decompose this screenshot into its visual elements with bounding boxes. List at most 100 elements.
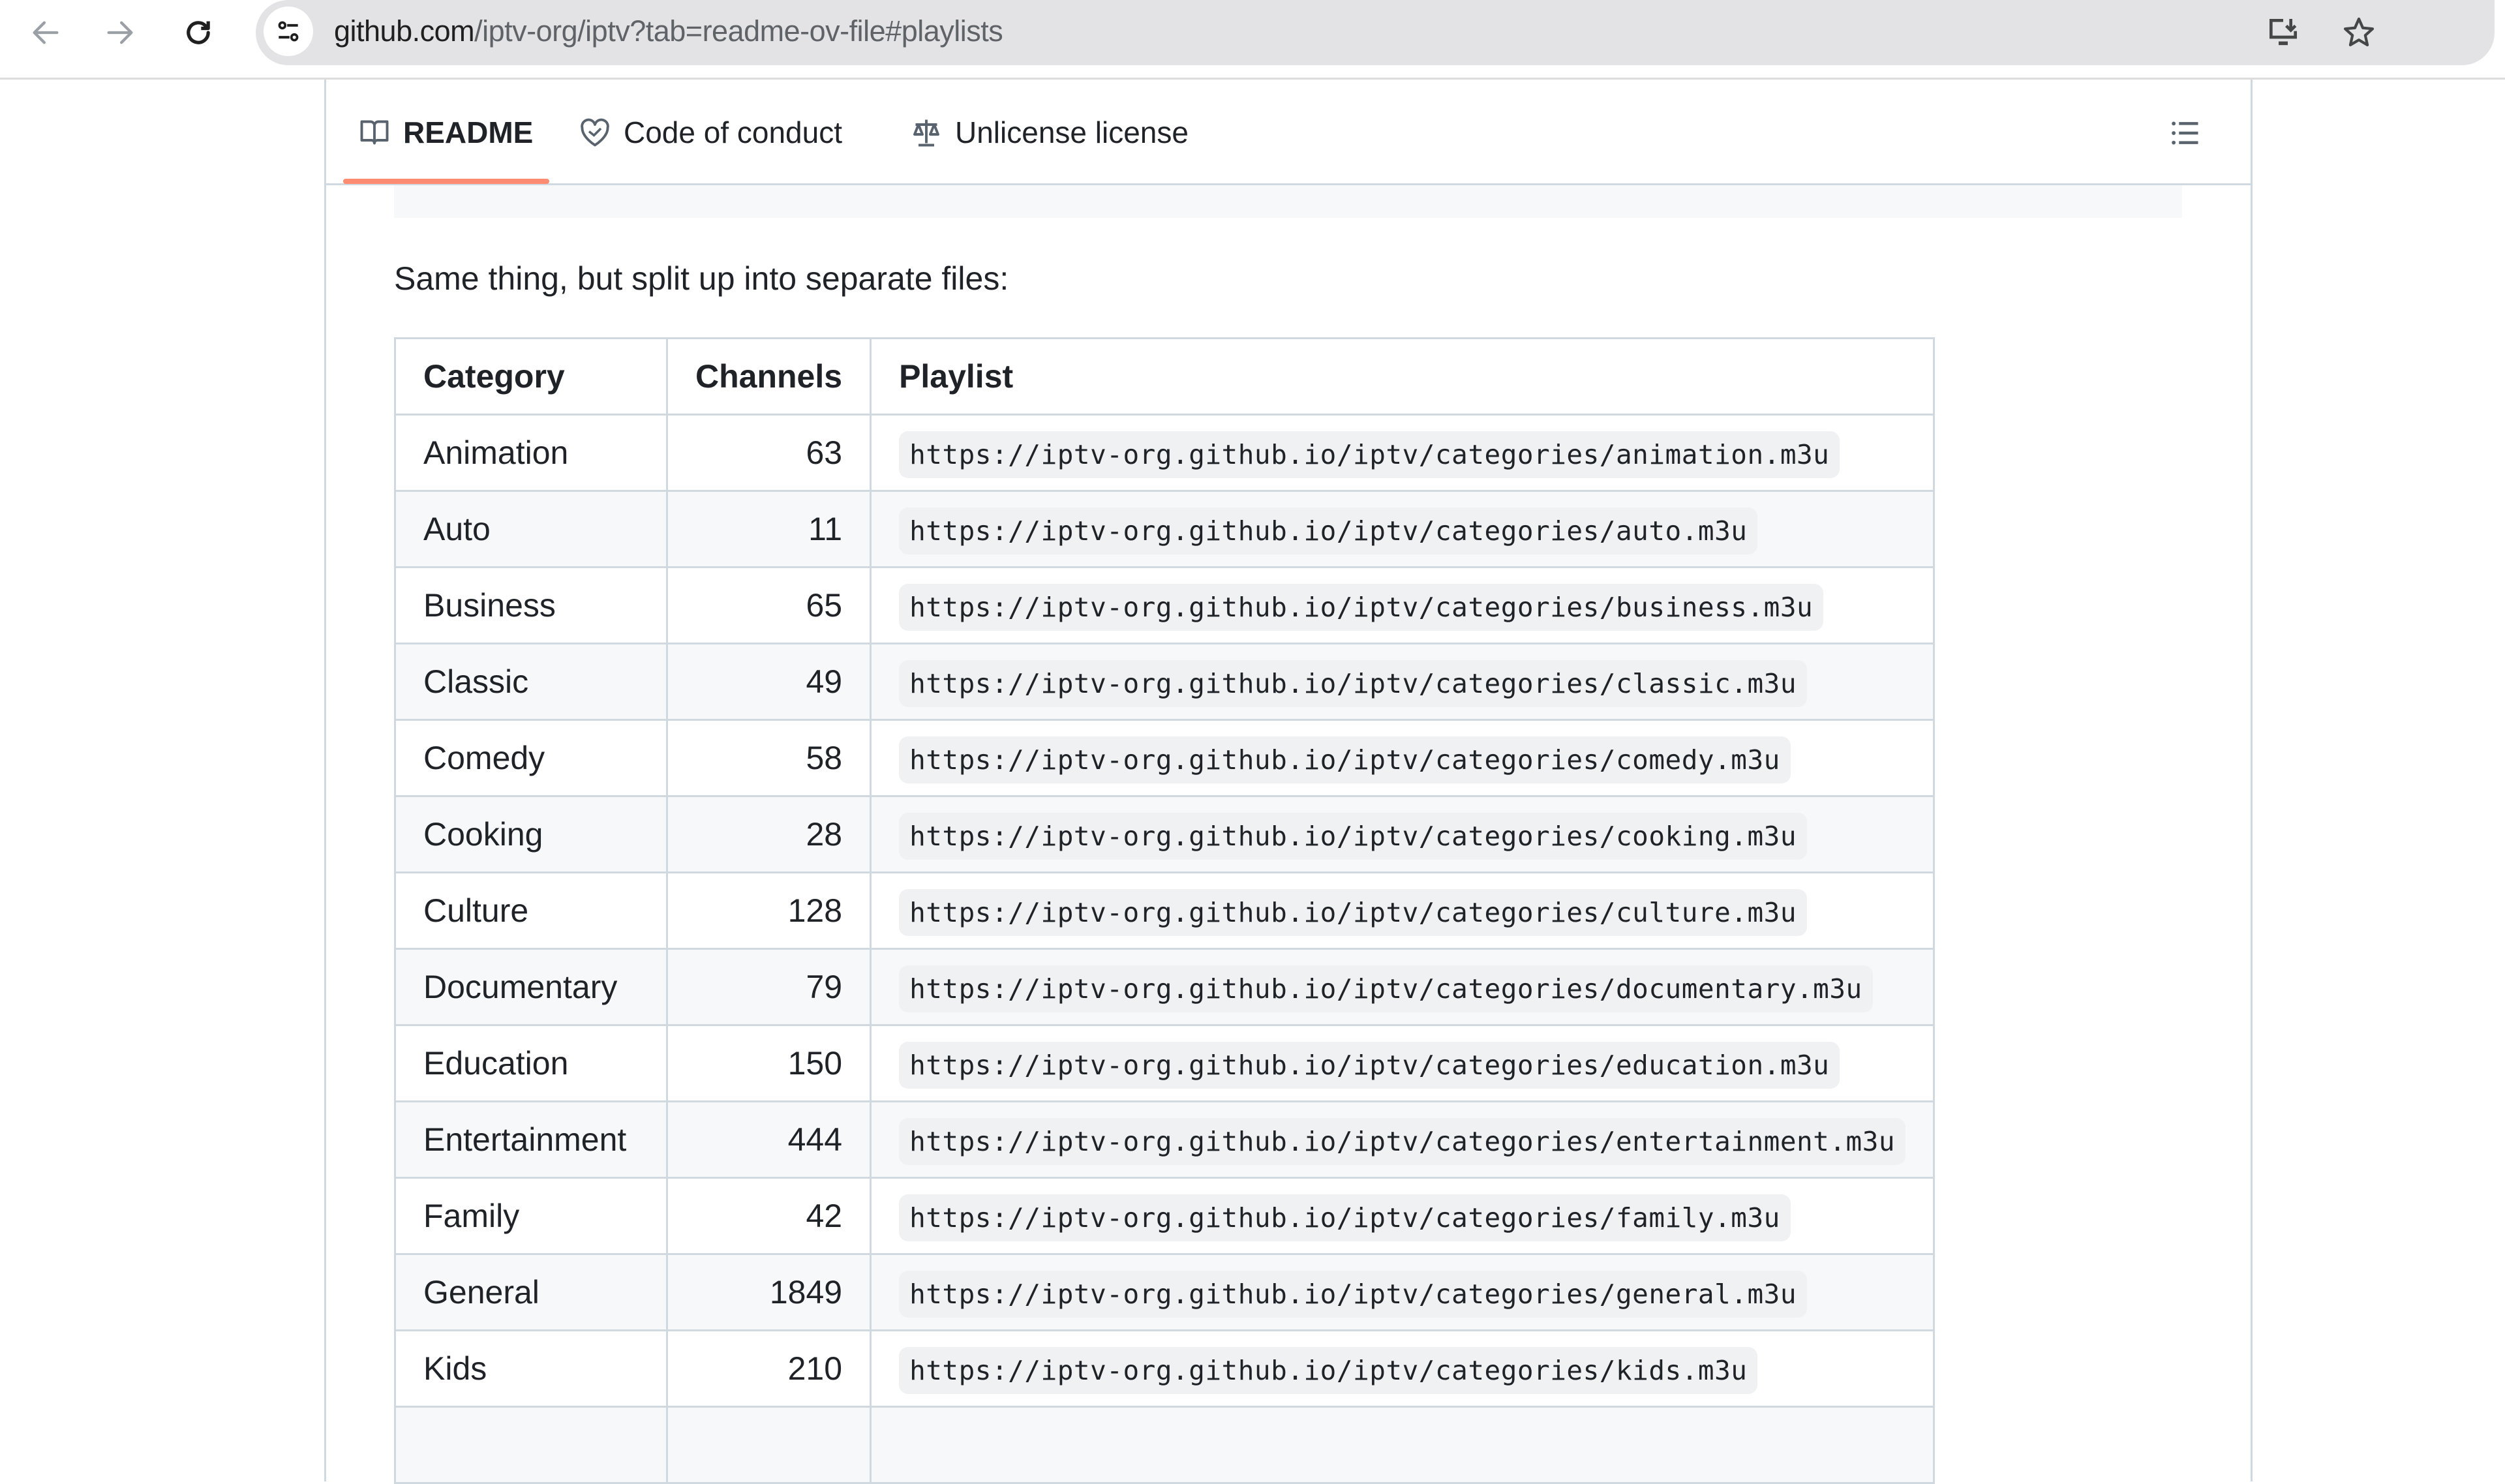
cell-category	[394, 1406, 668, 1484]
cell-playlist: https://iptv-org.github.io/iptv/categori…	[870, 566, 1936, 644]
cell-category: Animation	[394, 414, 668, 492]
reload-icon	[187, 21, 210, 44]
header-category: Category	[394, 337, 668, 416]
header-channels: Channels	[665, 337, 872, 416]
site-info-button[interactable]	[264, 7, 313, 56]
table-row	[394, 1406, 1936, 1484]
previous-code-block	[394, 185, 2182, 218]
url-text[interactable]: github.com/iptv-org/iptv?tab=readme-ov-f…	[334, 13, 1003, 50]
cell-category: Kids	[394, 1329, 668, 1408]
cell-playlist: https://iptv-org.github.io/iptv/categori…	[870, 1177, 1936, 1255]
cell-playlist	[870, 1406, 1936, 1484]
address-bar[interactable]: github.com/iptv-org/iptv?tab=readme-ov-f…	[256, 0, 2495, 65]
playlists-table: Category Channels Playlist Animation 63 ht…	[394, 337, 1936, 1484]
playlist-url[interactable]: https://iptv-org.github.io/iptv/categori…	[899, 431, 1840, 478]
table-row: Comedy 58 https://iptv-org.github.io/iptv/…	[394, 719, 1936, 797]
star-icon	[2343, 17, 2375, 46]
bookmark-button[interactable]	[2338, 12, 2380, 53]
table-of-contents-button[interactable]	[2161, 108, 2210, 158]
cell-channels: 128	[665, 871, 872, 950]
cell-channels: 28	[665, 795, 872, 873]
cell-playlist: https://iptv-org.github.io/iptv/categori…	[870, 795, 1936, 873]
cell-channels: 63	[665, 414, 872, 492]
cell-category: Classic	[394, 643, 668, 721]
playlist-url[interactable]: https://iptv-org.github.io/iptv/categori…	[899, 1194, 1791, 1241]
playlist-url[interactable]: https://iptv-org.github.io/iptv/categori…	[899, 965, 1873, 1012]
cell-channels: 11	[665, 490, 872, 568]
cell-playlist: https://iptv-org.github.io/iptv/categori…	[870, 719, 1936, 797]
tab-license-label: Unlicense license	[955, 115, 1189, 149]
table-row: Education 150 https://iptv-org.github.io/i…	[394, 1024, 1936, 1102]
cell-category: Family	[394, 1177, 668, 1255]
playlist-url[interactable]: https://iptv-org.github.io/iptv/categori…	[899, 1271, 1808, 1318]
table-row: Culture 128 https://iptv-org.github.io/ipt…	[394, 871, 1936, 950]
table-row: Entertainment 444 https://iptv-org.github.…	[394, 1100, 1936, 1179]
arrow-left-icon	[33, 21, 59, 44]
cell-channels: 49	[665, 643, 872, 721]
cell-category: Auto	[394, 490, 668, 568]
table-row: General 1849 https://iptv-org.github.io/ip…	[394, 1253, 1936, 1331]
url-host: github.com	[334, 14, 475, 48]
law-icon	[913, 119, 939, 147]
playlist-url[interactable]: https://iptv-org.github.io/iptv/categori…	[899, 507, 1758, 554]
intro-text: Same thing, but split up into separate f…	[394, 260, 1009, 297]
cell-playlist: https://iptv-org.github.io/iptv/categori…	[870, 871, 1936, 950]
cell-playlist: https://iptv-org.github.io/iptv/categori…	[870, 490, 1936, 568]
playlist-url[interactable]: https://iptv-org.github.io/iptv/categori…	[899, 1347, 1758, 1394]
cell-category: Documentary	[394, 948, 668, 1026]
playlist-url[interactable]: https://iptv-org.github.io/iptv/categori…	[899, 660, 1808, 707]
cell-playlist: https://iptv-org.github.io/iptv/categori…	[870, 643, 1936, 721]
book-icon	[360, 120, 389, 145]
cell-category: Education	[394, 1024, 668, 1102]
cell-channels: 65	[665, 566, 872, 644]
playlist-url[interactable]: https://iptv-org.github.io/iptv/categori…	[899, 584, 1824, 631]
forward-button[interactable]	[94, 7, 146, 59]
code-of-conduct-icon	[581, 118, 609, 147]
table-row: Documentary 79 https://iptv-org.github.io/…	[394, 948, 1936, 1026]
table-row: Animation 63 https://iptv-org.github.io/ip…	[394, 414, 1936, 492]
cell-playlist: https://iptv-org.github.io/iptv/categori…	[870, 1329, 1936, 1408]
cell-category: Business	[394, 566, 668, 644]
cell-channels: 42	[665, 1177, 872, 1255]
table-row: Classic 49 https://iptv-org.github.io/iptv…	[394, 643, 1936, 721]
table-row: Family 42 https://iptv-org.github.io/iptv/…	[394, 1177, 1936, 1255]
cell-channels: 210	[665, 1329, 872, 1408]
cell-playlist: https://iptv-org.github.io/iptv/categori…	[870, 414, 1936, 492]
playlist-url[interactable]: https://iptv-org.github.io/iptv/categori…	[899, 1118, 1906, 1165]
cell-playlist: https://iptv-org.github.io/iptv/categori…	[870, 1100, 1936, 1179]
list-unordered-icon	[2172, 121, 2198, 145]
url-path: /iptv-org/iptv?tab=readme-ov-file#playli…	[474, 14, 1003, 48]
tab-code-of-conduct-label: Code of conduct	[624, 115, 843, 149]
playlist-url[interactable]: https://iptv-org.github.io/iptv/categori…	[899, 889, 1808, 936]
install-app-button[interactable]	[2262, 12, 2304, 53]
browser-toolbar: github.com/iptv-org/iptv?tab=readme-ov-f…	[0, 0, 2505, 80]
back-button[interactable]	[20, 7, 72, 59]
playlist-url[interactable]: https://iptv-org.github.io/iptv/categori…	[899, 736, 1791, 783]
table-row: Kids 210 https://iptv-org.github.io/iptv/c…	[394, 1329, 1936, 1408]
cell-channels: 150	[665, 1024, 872, 1102]
cell-channels	[665, 1406, 872, 1484]
table-row: Business 65 https://iptv-org.github.io/ipt…	[394, 566, 1936, 644]
cell-category: Culture	[394, 871, 668, 950]
cell-playlist: https://iptv-org.github.io/iptv/categori…	[870, 1024, 1936, 1102]
reload-button[interactable]	[172, 7, 224, 59]
tab-readme-label: README	[403, 115, 534, 149]
arrow-right-icon	[107, 21, 133, 44]
tab-readme[interactable]: README	[359, 80, 533, 185]
cell-channels: 79	[665, 948, 872, 1026]
header-playlist: Playlist	[870, 337, 1936, 416]
cell-category: Cooking	[394, 795, 668, 873]
cell-category: Entertainment	[394, 1100, 668, 1179]
cell-category: General	[394, 1253, 668, 1331]
tab-code-of-conduct[interactable]: Code of conduct	[579, 80, 842, 185]
table-row: Cooking 28 https://iptv-org.github.io/iptv…	[394, 795, 1936, 873]
playlist-url[interactable]: https://iptv-org.github.io/iptv/categori…	[899, 813, 1808, 860]
playlist-url[interactable]: https://iptv-org.github.io/iptv/categori…	[899, 1042, 1840, 1089]
install-app-icon	[2270, 19, 2297, 46]
cell-channels: 58	[665, 719, 872, 797]
cell-playlist: https://iptv-org.github.io/iptv/categori…	[870, 948, 1936, 1026]
cell-playlist: https://iptv-org.github.io/iptv/categori…	[870, 1253, 1936, 1331]
table-row: Auto 11 https://iptv-org.github.io/iptv/ca…	[394, 490, 1936, 568]
cell-channels: 1849	[665, 1253, 872, 1331]
tab-license[interactable]: Unlicense license	[911, 80, 1189, 185]
